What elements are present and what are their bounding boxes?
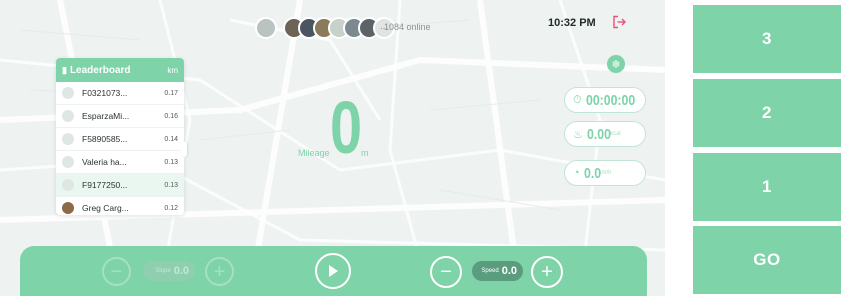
clock-time: 10:32 PM: [548, 17, 596, 29]
speed-label: Speed: [481, 268, 499, 274]
user-avatar-icon: [62, 87, 74, 99]
countdown-3-button[interactable]: 3: [693, 5, 841, 73]
leaderboard-name: F5890585...: [82, 134, 128, 144]
leaderboard-name: Greg Carg...: [82, 203, 129, 213]
timer-value: 00:00:00: [585, 91, 635, 109]
play-icon: [329, 265, 338, 277]
control-bar: − Slope 0.0 + − Speed 0.0 +: [20, 246, 647, 296]
calories-unit: kcal: [610, 131, 621, 137]
leaderboard-km: 0.13: [164, 181, 178, 189]
timer-stat: ⏱ 00:00:00: [564, 87, 646, 113]
user-avatar-icon: [62, 156, 74, 168]
leaderboard-km: 0.16: [164, 112, 178, 120]
stopwatch-icon: ⏱: [573, 93, 582, 106]
leaderboard-unit: km: [167, 65, 178, 75]
leaderboard-km: 0.13: [164, 158, 178, 166]
speed-display: Speed 0.0: [472, 261, 523, 281]
calories-value: 0.00: [586, 125, 611, 143]
leaderboard-header: ▮ Leaderboard km: [56, 58, 184, 82]
user-avatar-icon: [62, 202, 74, 214]
leaderboard-name: EsparzaMi...: [82, 111, 130, 121]
flame-icon: ♨: [573, 128, 583, 141]
user-avatar-icon: [62, 110, 74, 122]
user-avatar-icon: [62, 179, 74, 191]
speed-decrease-button[interactable]: −: [430, 256, 462, 288]
leaderboard-row[interactable]: EsparzaMi... 0.16: [56, 105, 184, 128]
slope-label: Slope: [155, 268, 171, 274]
slope-decrease-button[interactable]: −: [102, 257, 131, 286]
leaderboard-row[interactable]: F0321073... 0.17: [56, 82, 184, 105]
online-avatars[interactable]: ⋯: [255, 16, 395, 40]
go-button[interactable]: GO: [693, 226, 841, 294]
countdown-2-button[interactable]: 2: [693, 79, 841, 147]
snowflake-icon[interactable]: ❄: [607, 55, 625, 73]
slope-increase-button[interactable]: +: [205, 257, 234, 286]
leaderboard-title: Leaderboard: [69, 64, 131, 76]
leaderboard-km: 0.17: [164, 89, 178, 97]
leaderboard-name: F9177250...: [82, 180, 128, 190]
leaderboard-name: F0321073...: [82, 88, 128, 98]
leaderboard-row[interactable]: Greg Carg... 0.12: [56, 197, 184, 215]
leaderboard-row[interactable]: Valeria ha... 0.13: [56, 151, 184, 174]
play-button[interactable]: [315, 253, 351, 289]
speed-stat: ◔ 0.0 km/h: [564, 160, 646, 186]
slope-display: Slope 0.0: [143, 261, 195, 281]
leaderboard-km: 0.14: [164, 135, 178, 143]
speed-stat-value: 0.0: [583, 164, 601, 182]
user-avatar-icon: [62, 133, 74, 145]
slope-value: 0.0: [173, 265, 189, 277]
avatar: [255, 17, 277, 39]
online-count: 1084 online: [384, 22, 431, 32]
treadmill-app: ⋯ 1084 online 10:32 PM ❄ ▮ Leaderboard k…: [0, 0, 665, 296]
collapse-panel-handle[interactable]: [181, 141, 187, 157]
leaderboard-km: 0.12: [164, 204, 178, 212]
exit-icon[interactable]: [612, 15, 626, 32]
mileage-label: Mileage: [298, 148, 330, 158]
calories-stat: ♨ 0.00 kcal: [564, 121, 646, 147]
leaderboard-row-current-user[interactable]: F9177250... 0.13: [56, 174, 184, 197]
leaderboard-panel: ▮ Leaderboard km F0321073... 0.17 Esparz…: [56, 58, 184, 215]
mileage-value: 0: [330, 86, 363, 169]
speed-value: 0.0: [501, 265, 517, 277]
speed-increase-button[interactable]: +: [531, 256, 563, 288]
speedometer-icon: ◔: [573, 167, 580, 179]
bar-chart-icon: ▮: [62, 64, 67, 75]
mileage-unit: m: [361, 148, 369, 158]
leaderboard-row[interactable]: F5890585... 0.14: [56, 128, 184, 151]
countdown-1-button[interactable]: 1: [693, 153, 841, 221]
leaderboard-name: Valeria ha...: [82, 157, 127, 167]
